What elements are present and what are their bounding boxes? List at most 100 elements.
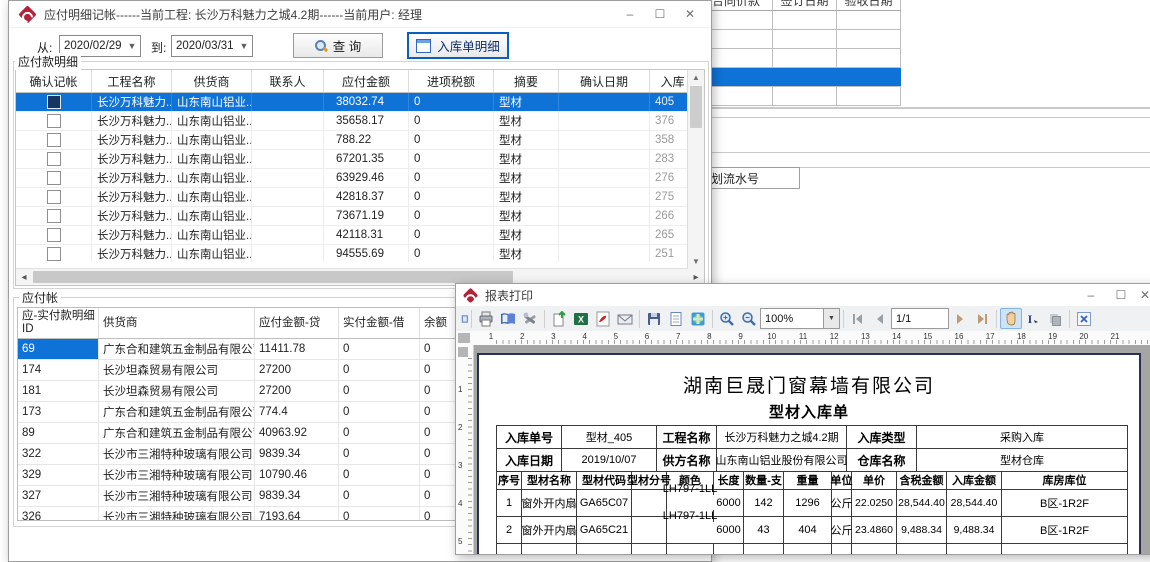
table-row[interactable]: [700, 30, 901, 49]
table-row[interactable]: [700, 49, 901, 68]
column-header[interactable]: 验收日期: [836, 0, 901, 10]
detail-table-row[interactable]: 长沙万科魅力...山东南山铝业...42818.370型材275: [16, 188, 704, 207]
pdf-export-icon[interactable]: [592, 308, 614, 329]
row-checkbox[interactable]: [47, 247, 61, 261]
column-header-7[interactable]: 摘要: [494, 70, 559, 92]
scroll-up-icon[interactable]: ▲: [688, 70, 704, 85]
prev-page-icon[interactable]: [869, 308, 891, 329]
info-cell: 工程名称: [657, 426, 717, 448]
detail-table-row[interactable]: 长沙万科魅力...山东南山铝业...63929.460型材276: [16, 169, 704, 188]
row-checkbox[interactable]: [47, 114, 61, 128]
vertical-scrollbar[interactable]: ▲ ▼: [687, 70, 704, 269]
column-header-5[interactable]: 应付金额: [324, 70, 409, 92]
row-checkbox[interactable]: [47, 209, 61, 223]
row-checkbox[interactable]: [47, 95, 61, 109]
column-header-4[interactable]: 实付金额-借: [339, 308, 420, 338]
scrollbar-thumb[interactable]: [690, 86, 702, 128]
column-header-6[interactable]: 进项税额: [409, 70, 494, 92]
text-select-icon[interactable]: I: [1022, 308, 1044, 329]
cell: [836, 30, 901, 48]
column-header-2[interactable]: 供货商: [99, 308, 255, 338]
close-icon[interactable]: ✕: [675, 5, 705, 23]
row-checkbox[interactable]: [47, 171, 61, 185]
query-button[interactable]: 查 询: [293, 33, 383, 58]
detail-table-row[interactable]: 长沙万科魅力...山东南山铝业...38032.740型材405: [16, 93, 704, 112]
row-checkbox[interactable]: [47, 133, 61, 147]
inbound-detail-button[interactable]: 入库单明细: [408, 33, 508, 58]
row-checkbox[interactable]: [47, 190, 61, 204]
detail-table-row[interactable]: 长沙万科魅力...山东南山铝业...35658.170型材376: [16, 112, 704, 131]
detail-table-row[interactable]: 长沙万科魅力...山东南山铝业...67201.350型材283: [16, 150, 704, 169]
column-header-1[interactable]: 确认记帐: [16, 70, 92, 92]
cell-supplier: 山东南山铝业...: [172, 150, 252, 168]
page-setup-icon[interactable]: [665, 308, 687, 329]
column-header-1[interactable]: 应-实付款明细ID: [18, 308, 99, 338]
html-export-icon[interactable]: [687, 308, 709, 329]
cell-project: 长沙万科魅力...: [92, 150, 172, 168]
ruler-number: 3: [458, 461, 462, 470]
to-date-combobox[interactable]: 2020/03/31 ▼: [171, 35, 253, 57]
design-icon[interactable]: [458, 308, 468, 329]
payable-window-titlebar[interactable]: 应付明细记帐------当前工程: 长沙万科魅力之城4.2期------当前用户…: [9, 1, 711, 28]
next-page-icon[interactable]: [949, 308, 971, 329]
detail-table-row[interactable]: 长沙万科魅力...山东南山铝业...94555.690型材251: [16, 245, 704, 262]
tools-icon[interactable]: [519, 308, 541, 329]
cell-3: 774.4: [255, 402, 339, 422]
scroll-down-icon[interactable]: ▼: [688, 254, 704, 269]
zoom-in-icon[interactable]: [716, 308, 738, 329]
last-page-icon[interactable]: [971, 308, 993, 329]
cell-1: 329: [18, 465, 99, 485]
chevron-down-icon[interactable]: ▼: [124, 41, 140, 51]
cell-tax: 0: [409, 150, 494, 168]
cell-2: 广东合和建筑五金制品有限公司: [99, 339, 255, 359]
column-header-4[interactable]: 联系人: [252, 70, 324, 92]
print-icon[interactable]: [475, 308, 497, 329]
report-cell: 窗外开内扇: [522, 517, 577, 543]
report-cell: [832, 544, 852, 554]
scroll-left-icon[interactable]: ◂: [16, 269, 32, 285]
info-cell: 供方名称: [657, 449, 717, 471]
svg-text:X: X: [578, 314, 584, 324]
report-window-titlebar[interactable]: 报表打印 – ☐ ✕: [456, 284, 1150, 307]
detail-table-row[interactable]: 长沙万科魅力...山东南山铝业...788.220型材358: [16, 131, 704, 150]
inbound-button-label: 入库单明细: [437, 36, 500, 55]
chevron-down-icon[interactable]: ▼: [823, 309, 839, 328]
zoom-level-combobox[interactable]: 100% ▼: [760, 308, 840, 329]
column-header-8[interactable]: 确认日期: [559, 70, 650, 92]
book-preview-icon[interactable]: [497, 308, 519, 329]
cell-1: 326: [18, 507, 99, 521]
email-icon[interactable]: [614, 308, 636, 329]
maximize-icon[interactable]: ☐: [645, 5, 675, 23]
column-header[interactable]: 签订日期: [772, 0, 837, 10]
column-header-3[interactable]: 应付金额-贷: [255, 308, 339, 338]
cell-contact: [252, 245, 324, 262]
hand-tool-icon[interactable]: [1000, 308, 1022, 329]
excel-export-icon[interactable]: X: [570, 308, 592, 329]
page-number-input[interactable]: 1/1: [891, 308, 949, 329]
report-cell: 9,488.34: [947, 517, 1002, 543]
ruler-margin-marker: [458, 347, 468, 357]
column-header-3[interactable]: 供货商: [172, 70, 252, 92]
close-preview-icon[interactable]: [1073, 308, 1095, 329]
table-row[interactable]: [700, 87, 901, 106]
close-icon[interactable]: ✕: [1136, 286, 1150, 304]
minimize-icon[interactable]: –: [615, 5, 645, 23]
export-icon[interactable]: [548, 308, 570, 329]
maximize-icon[interactable]: ☐: [1106, 286, 1136, 304]
minimize-icon[interactable]: –: [1076, 286, 1106, 304]
detail-table-row[interactable]: 长沙万科魅力...山东南山铝业...73671.190型材266: [16, 207, 704, 226]
cell-amount: 63929.46: [324, 169, 409, 187]
scrollbar-thumb[interactable]: [33, 271, 513, 283]
table-row[interactable]: [700, 11, 901, 30]
row-checkbox[interactable]: [47, 228, 61, 242]
chevron-down-icon[interactable]: ▼: [236, 41, 252, 51]
table-row[interactable]: [700, 68, 901, 87]
detail-table-row[interactable]: 长沙万科魅力...山东南山铝业...42118.310型材265: [16, 226, 704, 245]
first-page-icon[interactable]: [847, 308, 869, 329]
row-checkbox[interactable]: [47, 152, 61, 166]
zoom-out-icon[interactable]: [738, 308, 760, 329]
report-column-header: 型材分号: [632, 471, 667, 489]
copy-icon[interactable]: [1044, 308, 1066, 329]
column-header-2[interactable]: 工程名称: [92, 70, 172, 92]
save-icon[interactable]: [643, 308, 665, 329]
